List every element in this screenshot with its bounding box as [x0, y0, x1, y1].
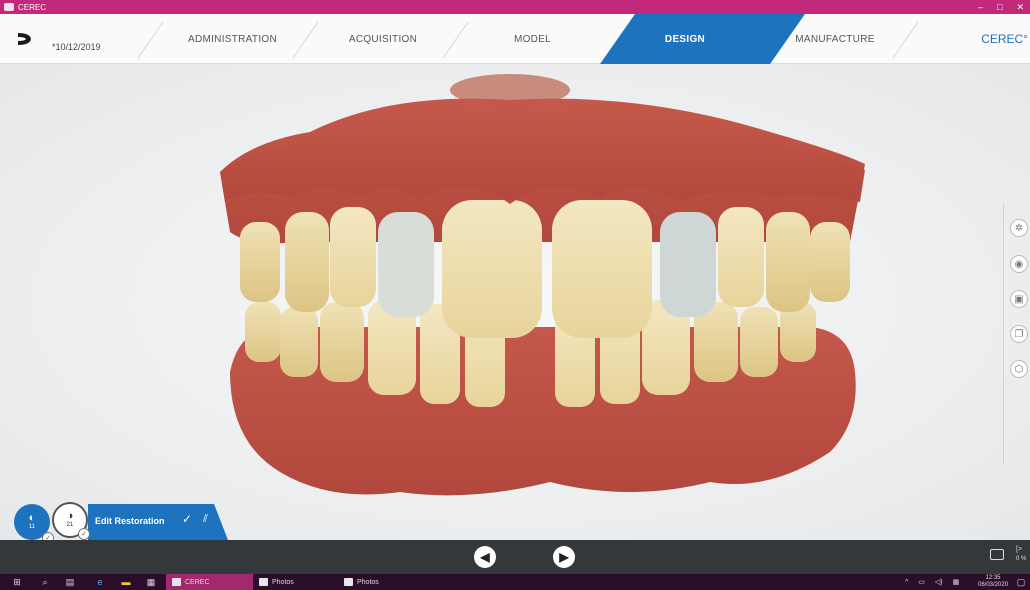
tooth-21-button[interactable]: ◑ 21 ✓ [52, 502, 90, 540]
arrow-right-icon[interactable]: ▶ [553, 546, 575, 568]
network-icon[interactable]: ▭ [918, 578, 925, 586]
system-tray: ^ ▭ ◁) ▦ [905, 574, 959, 590]
tooth-number: 21 [66, 522, 74, 528]
expand-icon[interactable]: [> [1016, 546, 1022, 553]
minimize-button[interactable]: – [978, 2, 983, 12]
chevron-up-icon[interactable]: ^ [905, 579, 908, 586]
clock-time: 12:35 [985, 575, 1001, 581]
cube-icon[interactable]: ⬡ [1010, 360, 1028, 378]
eye-icon[interactable]: ◉ [1010, 255, 1028, 273]
patient-case-date: *10/12/2019 [52, 42, 101, 52]
right-tool-rail: ✲ ◉ ▣ ❐ ⬡ [1003, 204, 1030, 464]
search-icon[interactable]: ⌕ [40, 577, 50, 587]
dental-scan-model[interactable] [210, 72, 870, 502]
3d-viewport[interactable]: ✲ ◉ ▣ ❐ ⬡ [0, 64, 1030, 540]
restoration-panel: Edit Restoration ✓ ⫽ ◐ 11 ✓ ◑ 21 ✓ [8, 502, 228, 544]
photos-app-icon [259, 578, 268, 586]
close-button[interactable]: ✕ [1016, 2, 1024, 13]
maximize-button[interactable]: □ [997, 2, 1002, 12]
dentsply-logo-icon[interactable] [16, 30, 34, 48]
app-name: CEREC [18, 2, 47, 12]
file-explorer-icon[interactable]: ▬ [121, 577, 131, 587]
edge-icon[interactable]: e [95, 577, 105, 587]
edit-restoration-label[interactable]: Edit Restoration [95, 516, 165, 526]
window-titlebar: CEREC – □ ✕ [0, 0, 1030, 14]
volume-icon[interactable]: ◁) [935, 578, 943, 586]
windows-taskbar: ⊞ ⌕ ▤ e ▬ ▦ CEREC Photos Photos ^ ▭ ◁) ▦… [0, 574, 1030, 590]
check-icon: ✓ [78, 528, 90, 540]
workflow-nav: *10/12/2019 ADMINISTRATION ACQUISITION M… [0, 14, 1030, 64]
cerec-brand-logo: CEREC° [981, 32, 1028, 46]
image-frame-icon[interactable]: ▣ [1010, 290, 1028, 308]
step-administration[interactable]: ADMINISTRATION [165, 14, 300, 64]
step-manufacture[interactable]: MANUFACTURE [770, 14, 900, 64]
taskbar-app-photos[interactable]: Photos [253, 574, 338, 590]
cerec-app-icon [4, 3, 14, 11]
taskbar-app-label: CEREC [185, 578, 210, 586]
taskbar-clock[interactable]: 12:35 06/03/2020 [978, 575, 1008, 589]
progress-percent: 0 % [1016, 556, 1027, 562]
taskbar-app-cerec[interactable]: CEREC [166, 574, 253, 590]
check-icon[interactable]: ✓ [182, 512, 192, 526]
tooth-circle-icon[interactable]: ✲ [1010, 219, 1028, 237]
keyboard-icon[interactable]: ▦ [953, 578, 960, 586]
step-acquisition[interactable]: ACQUISITION [318, 14, 448, 64]
clock-date: 06/03/2020 [978, 582, 1009, 588]
hatch-icon: ⫽ [203, 513, 208, 525]
taskbar-app-photos[interactable]: Photos [338, 574, 423, 590]
window-controls: – □ ✕ [978, 0, 1024, 14]
copy-layers-icon[interactable]: ❐ [1010, 325, 1028, 343]
windows-start-icon[interactable]: ⊞ [12, 577, 22, 587]
photos-app-icon [344, 578, 353, 586]
step-design[interactable]: DESIGN [620, 14, 750, 64]
taskbar-app-label: Photos [357, 578, 379, 586]
chat-icon[interactable] [990, 549, 1004, 560]
bottom-toolbar: ◀ ▶ [> 0 % [0, 540, 1030, 574]
notifications-icon[interactable]: ▢ [1016, 577, 1026, 587]
tooth-icon: ◐ [28, 512, 36, 524]
tooth-icon: ◑ [66, 510, 74, 522]
arrow-left-icon[interactable]: ◀ [474, 546, 496, 568]
task-view-icon[interactable]: ▤ [65, 577, 75, 587]
tooth-number: 11 [28, 524, 36, 530]
tooth-11-button[interactable]: ◐ 11 ✓ [14, 504, 54, 544]
nav-separator [137, 22, 164, 58]
step-model[interactable]: MODEL [470, 14, 595, 64]
cerec-app-icon [172, 578, 181, 586]
taskbar-app-label: Photos [272, 578, 294, 586]
store-icon[interactable]: ▦ [146, 577, 156, 587]
